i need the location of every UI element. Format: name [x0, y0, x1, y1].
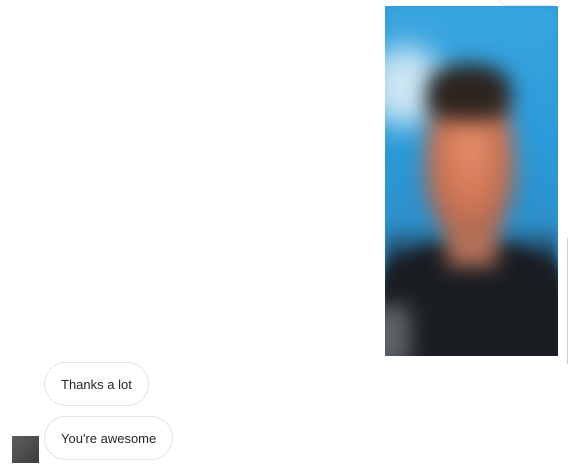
message-text: You're awesome: [61, 430, 157, 446]
message-text: Thanks a lot: [61, 376, 132, 392]
photo-shirt-highlight: [385, 306, 410, 356]
photo-hair: [427, 64, 511, 120]
sender-avatar[interactable]: [12, 436, 39, 463]
received-message-bubble[interactable]: Thanks a lot: [44, 362, 149, 406]
sent-photo-message[interactable]: [385, 6, 558, 356]
received-message-bubble[interactable]: You're awesome: [44, 416, 174, 460]
scrollbar[interactable]: [567, 238, 568, 364]
message-thread: Thanks a lot You're awesome: [0, 0, 569, 466]
